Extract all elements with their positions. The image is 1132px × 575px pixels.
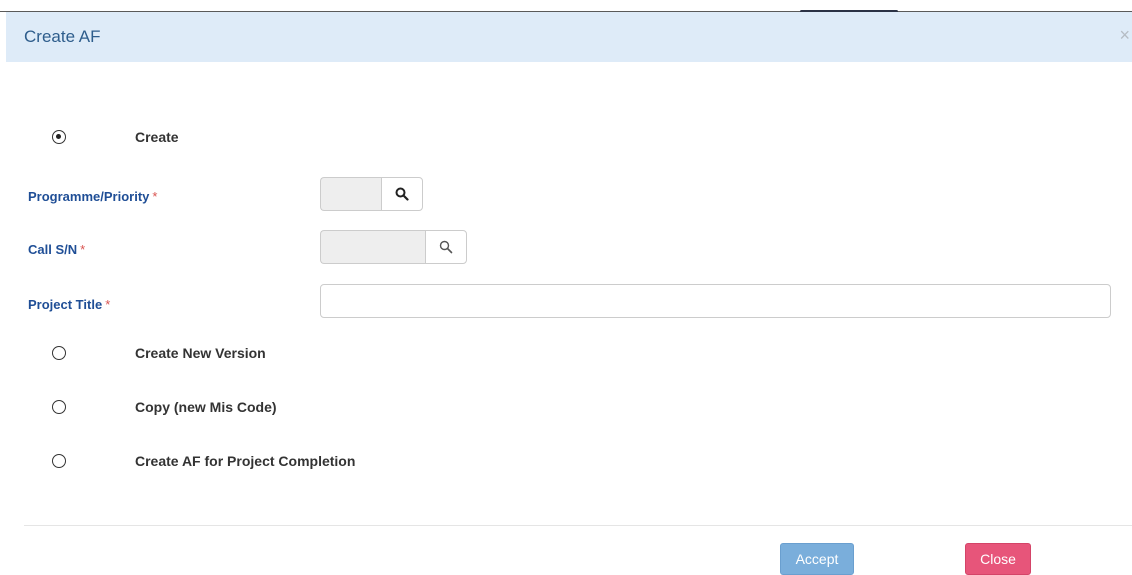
footer-divider	[24, 525, 1132, 526]
radio-row-create-af-project-completion: Create AF for Project Completion	[52, 451, 355, 471]
required-mark: *	[80, 242, 86, 257]
call-sn-label: Call S/N *	[28, 242, 85, 257]
radio-create-new-version[interactable]	[52, 346, 66, 360]
call-sn-input[interactable]	[320, 230, 425, 264]
project-title-input[interactable]	[320, 284, 1111, 318]
call-sn-label-text: Call S/N	[28, 242, 78, 257]
project-title-label-text: Project Title	[28, 297, 103, 312]
call-sn-group	[320, 230, 467, 264]
search-icon	[439, 240, 453, 254]
programme-priority-label-text: Programme/Priority	[28, 189, 150, 204]
radio-label-copy-new-mis-code: Copy (new Mis Code)	[135, 399, 277, 415]
dialog-title: Create AF	[24, 27, 101, 46]
search-icon	[395, 187, 409, 201]
radio-create-af-project-completion[interactable]	[52, 454, 66, 468]
radio-label-create-af-project-completion: Create AF for Project Completion	[135, 453, 356, 469]
radio-row-copy-new-mis-code: Copy (new Mis Code)	[52, 397, 277, 417]
programme-priority-group	[320, 177, 423, 211]
radio-create[interactable]	[52, 130, 66, 144]
programme-priority-search-button[interactable]	[381, 177, 423, 211]
accept-button[interactable]: Accept	[780, 543, 854, 575]
dialog-header: Create AF ×	[6, 12, 1132, 62]
project-title-label: Project Title *	[28, 297, 110, 312]
close-icon[interactable]: ×	[1119, 26, 1130, 44]
programme-priority-label: Programme/Priority *	[28, 189, 157, 204]
radio-row-create: Create	[52, 127, 179, 147]
required-mark: *	[105, 297, 111, 312]
radio-label-create-new-version: Create New Version	[135, 345, 266, 361]
radio-row-create-new-version: Create New Version	[52, 343, 266, 363]
radio-copy-new-mis-code[interactable]	[52, 400, 66, 414]
radio-label-create: Create	[135, 129, 179, 145]
required-mark: *	[152, 189, 158, 204]
programme-priority-input[interactable]	[320, 177, 381, 211]
call-sn-search-button[interactable]	[425, 230, 467, 264]
close-button[interactable]: Close	[965, 543, 1031, 575]
